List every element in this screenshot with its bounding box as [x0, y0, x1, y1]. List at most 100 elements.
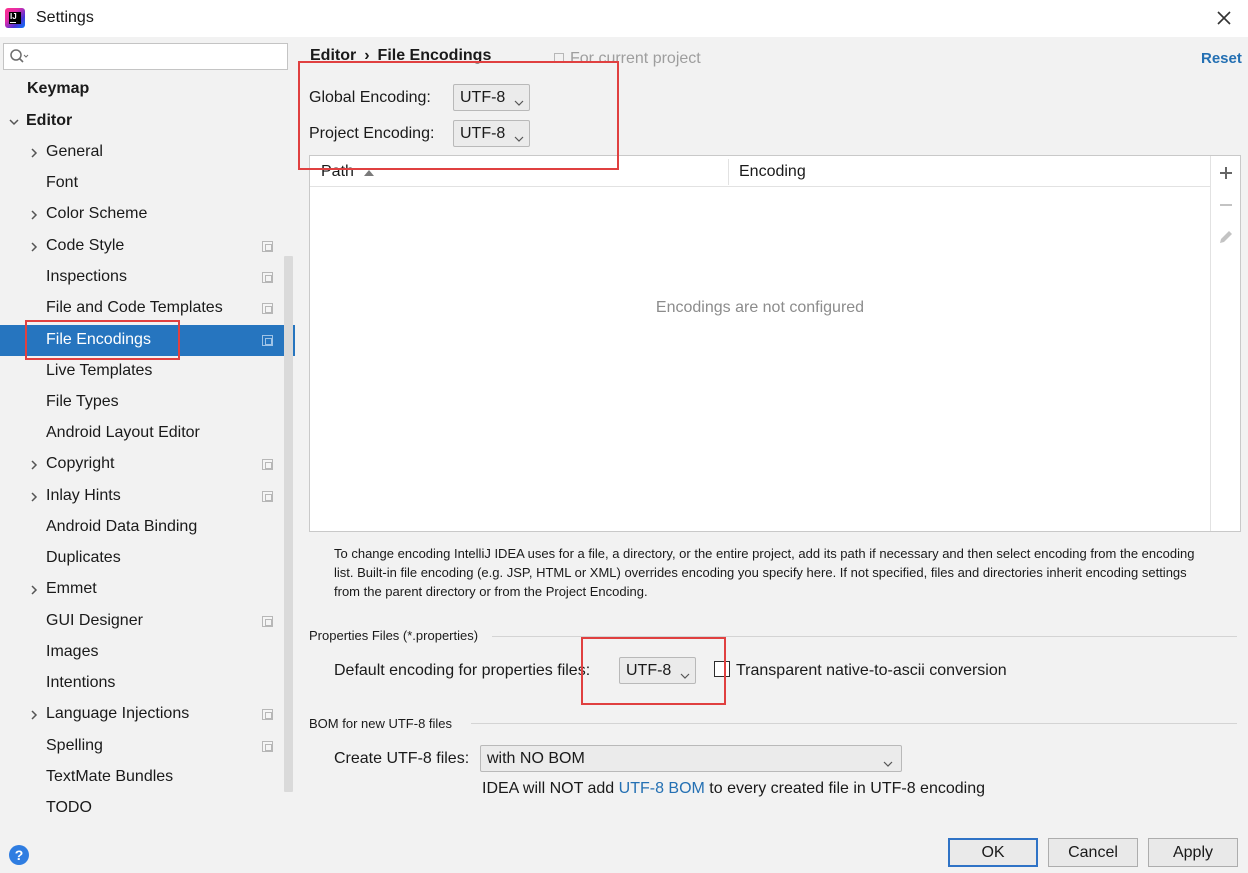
sidebar-item-inspections[interactable]: Inspections	[0, 262, 295, 293]
create-utf8-value: with NO BOM	[487, 750, 585, 767]
sidebar-item-color-scheme[interactable]: Color Scheme	[0, 199, 295, 230]
reset-link[interactable]: Reset	[1201, 50, 1242, 67]
sidebar-item-font[interactable]: Font	[0, 168, 295, 199]
sidebar-item-duplicates[interactable]: Duplicates	[0, 543, 295, 574]
sidebar-item-emmet[interactable]: Emmet	[0, 574, 295, 605]
apply-button[interactable]: Apply	[1148, 838, 1238, 867]
sidebar-item-label: Copyright	[46, 455, 115, 472]
settings-search-box[interactable]	[3, 43, 288, 70]
sidebar-item-gui-designer[interactable]: GUI Designer	[0, 606, 295, 637]
column-header-encoding[interactable]: Encoding	[739, 163, 806, 181]
create-utf8-label: Create UTF-8 files:	[334, 750, 470, 767]
create-utf8-select[interactable]: with NO BOM	[480, 745, 902, 772]
for-current-project-label: For current project	[570, 50, 701, 67]
chevron-down-icon[interactable]	[8, 115, 20, 127]
chevron-right-icon[interactable]	[28, 583, 40, 595]
chevron-right-icon[interactable]	[28, 490, 40, 502]
remove-icon[interactable]	[1216, 195, 1236, 215]
sidebar-item-file-encodings[interactable]: File Encodings	[0, 325, 295, 356]
project-scope-icon	[262, 616, 273, 627]
title-bar: IJ Settings	[0, 0, 1248, 37]
search-input[interactable]	[30, 46, 280, 67]
bom-note: IDEA will NOT add UTF-8 BOM to every cre…	[482, 780, 985, 798]
utf8-bom-link[interactable]: UTF-8 BOM	[619, 780, 705, 797]
project-scope-icon	[262, 303, 273, 314]
sidebar-item-copyright[interactable]: Copyright	[0, 449, 295, 480]
sidebar-item-file-and-code-templates[interactable]: File and Code Templates	[0, 293, 295, 324]
chevron-right-icon[interactable]	[28, 240, 40, 252]
sidebar-item-label: Editor	[26, 112, 73, 129]
sidebar-item-label: Emmet	[46, 580, 97, 597]
chevron-down-icon	[680, 667, 690, 679]
sidebar-item-general[interactable]: General	[0, 137, 295, 168]
dialog-button-bar: ? OK Cancel Apply	[0, 825, 1248, 873]
sidebar-item-label: Inlay Hints	[46, 487, 121, 504]
sidebar-item-label: Language Injections	[46, 705, 190, 722]
sidebar-item-spelling[interactable]: Spelling	[0, 731, 295, 762]
sidebar-item-android-data-binding[interactable]: Android Data Binding	[0, 512, 295, 543]
sidebar-item-label: Duplicates	[46, 549, 121, 566]
native-to-ascii-checkbox[interactable]	[714, 661, 730, 677]
sidebar-item-code-style[interactable]: Code Style	[0, 231, 295, 262]
for-current-project-note: For current project	[554, 50, 701, 68]
section-divider	[492, 636, 1237, 637]
chevron-right-icon[interactable]	[28, 208, 40, 220]
breadcrumb-current: File Encodings	[377, 47, 492, 64]
sidebar-item-label: File Types	[46, 393, 119, 410]
help-icon[interactable]: ?	[9, 845, 29, 865]
chevron-right-icon[interactable]	[28, 146, 40, 158]
sidebar-item-images[interactable]: Images	[0, 637, 295, 668]
ok-button[interactable]: OK	[948, 838, 1038, 867]
chevron-down-icon	[514, 130, 524, 142]
sidebar-item-inlay-hints[interactable]: Inlay Hints	[0, 481, 295, 512]
project-scope-icon	[262, 459, 273, 470]
chevron-down-icon	[883, 755, 893, 767]
chevron-right-icon[interactable]	[28, 458, 40, 470]
project-scope-icon	[262, 741, 273, 752]
project-scope-icon	[262, 709, 273, 720]
sidebar-item-editor[interactable]: Editor	[0, 106, 295, 137]
sidebar-item-intentions[interactable]: Intentions	[0, 668, 295, 699]
sidebar-item-live-templates[interactable]: Live Templates	[0, 356, 295, 387]
bom-section-title: BOM for new UTF-8 files	[309, 716, 453, 731]
project-scope-icon	[262, 272, 273, 283]
sidebar-item-label: File and Code Templates	[46, 299, 223, 316]
chevron-right-icon[interactable]	[28, 708, 40, 720]
add-icon[interactable]	[1216, 163, 1236, 183]
sidebar-item-label: TODO	[46, 799, 92, 816]
sidebar-item-todo[interactable]: TODO	[0, 793, 295, 824]
sort-ascending-icon	[364, 170, 374, 176]
settings-sidebar: Keymap Editor General Font Color Scheme …	[0, 37, 295, 825]
project-encoding-select[interactable]: UTF-8	[453, 120, 530, 147]
sidebar-item-label: Intentions	[46, 674, 116, 691]
intellij-idea-icon: IJ	[5, 8, 25, 28]
sidebar-item-label: File Encodings	[46, 331, 151, 348]
sidebar-item-android-layout-editor[interactable]: Android Layout Editor	[0, 418, 295, 449]
sidebar-item-language-injections[interactable]: Language Injections	[0, 699, 295, 730]
properties-encoding-select[interactable]: UTF-8	[619, 657, 696, 684]
properties-encoding-value: UTF-8	[626, 662, 672, 679]
close-icon[interactable]	[1212, 6, 1236, 30]
sidebar-scrollbar[interactable]	[284, 256, 293, 792]
project-scope-icon	[262, 491, 273, 502]
table-empty-message: Encodings are not configured	[655, 299, 865, 316]
cancel-button[interactable]: Cancel	[1048, 838, 1138, 867]
project-scope-icon	[554, 53, 564, 63]
sidebar-item-label: Spelling	[46, 737, 103, 754]
breadcrumb-parent[interactable]: Editor	[310, 47, 356, 64]
sidebar-item-file-types[interactable]: File Types	[0, 387, 295, 418]
sidebar-item-label: General	[46, 143, 103, 160]
project-scope-icon	[262, 335, 273, 346]
native-to-ascii-label[interactable]: Transparent native-to-ascii conversion	[736, 662, 1007, 680]
sidebar-item-label: Inspections	[46, 268, 127, 285]
global-encoding-select[interactable]: UTF-8	[453, 84, 530, 111]
sidebar-item-label: Keymap	[27, 80, 90, 97]
sidebar-item-textmate-bundles[interactable]: TextMate Bundles	[0, 762, 295, 793]
edit-icon[interactable]	[1216, 227, 1236, 247]
column-header-path[interactable]: Path	[321, 163, 354, 181]
sidebar-item-keymap[interactable]: Keymap	[0, 74, 295, 105]
global-encoding-label: Global Encoding:	[309, 89, 431, 106]
settings-content: Editor › File Encodings For current projec…	[295, 37, 1248, 825]
sidebar-item-label: Android Data Binding	[46, 518, 198, 535]
search-icon	[9, 48, 29, 66]
